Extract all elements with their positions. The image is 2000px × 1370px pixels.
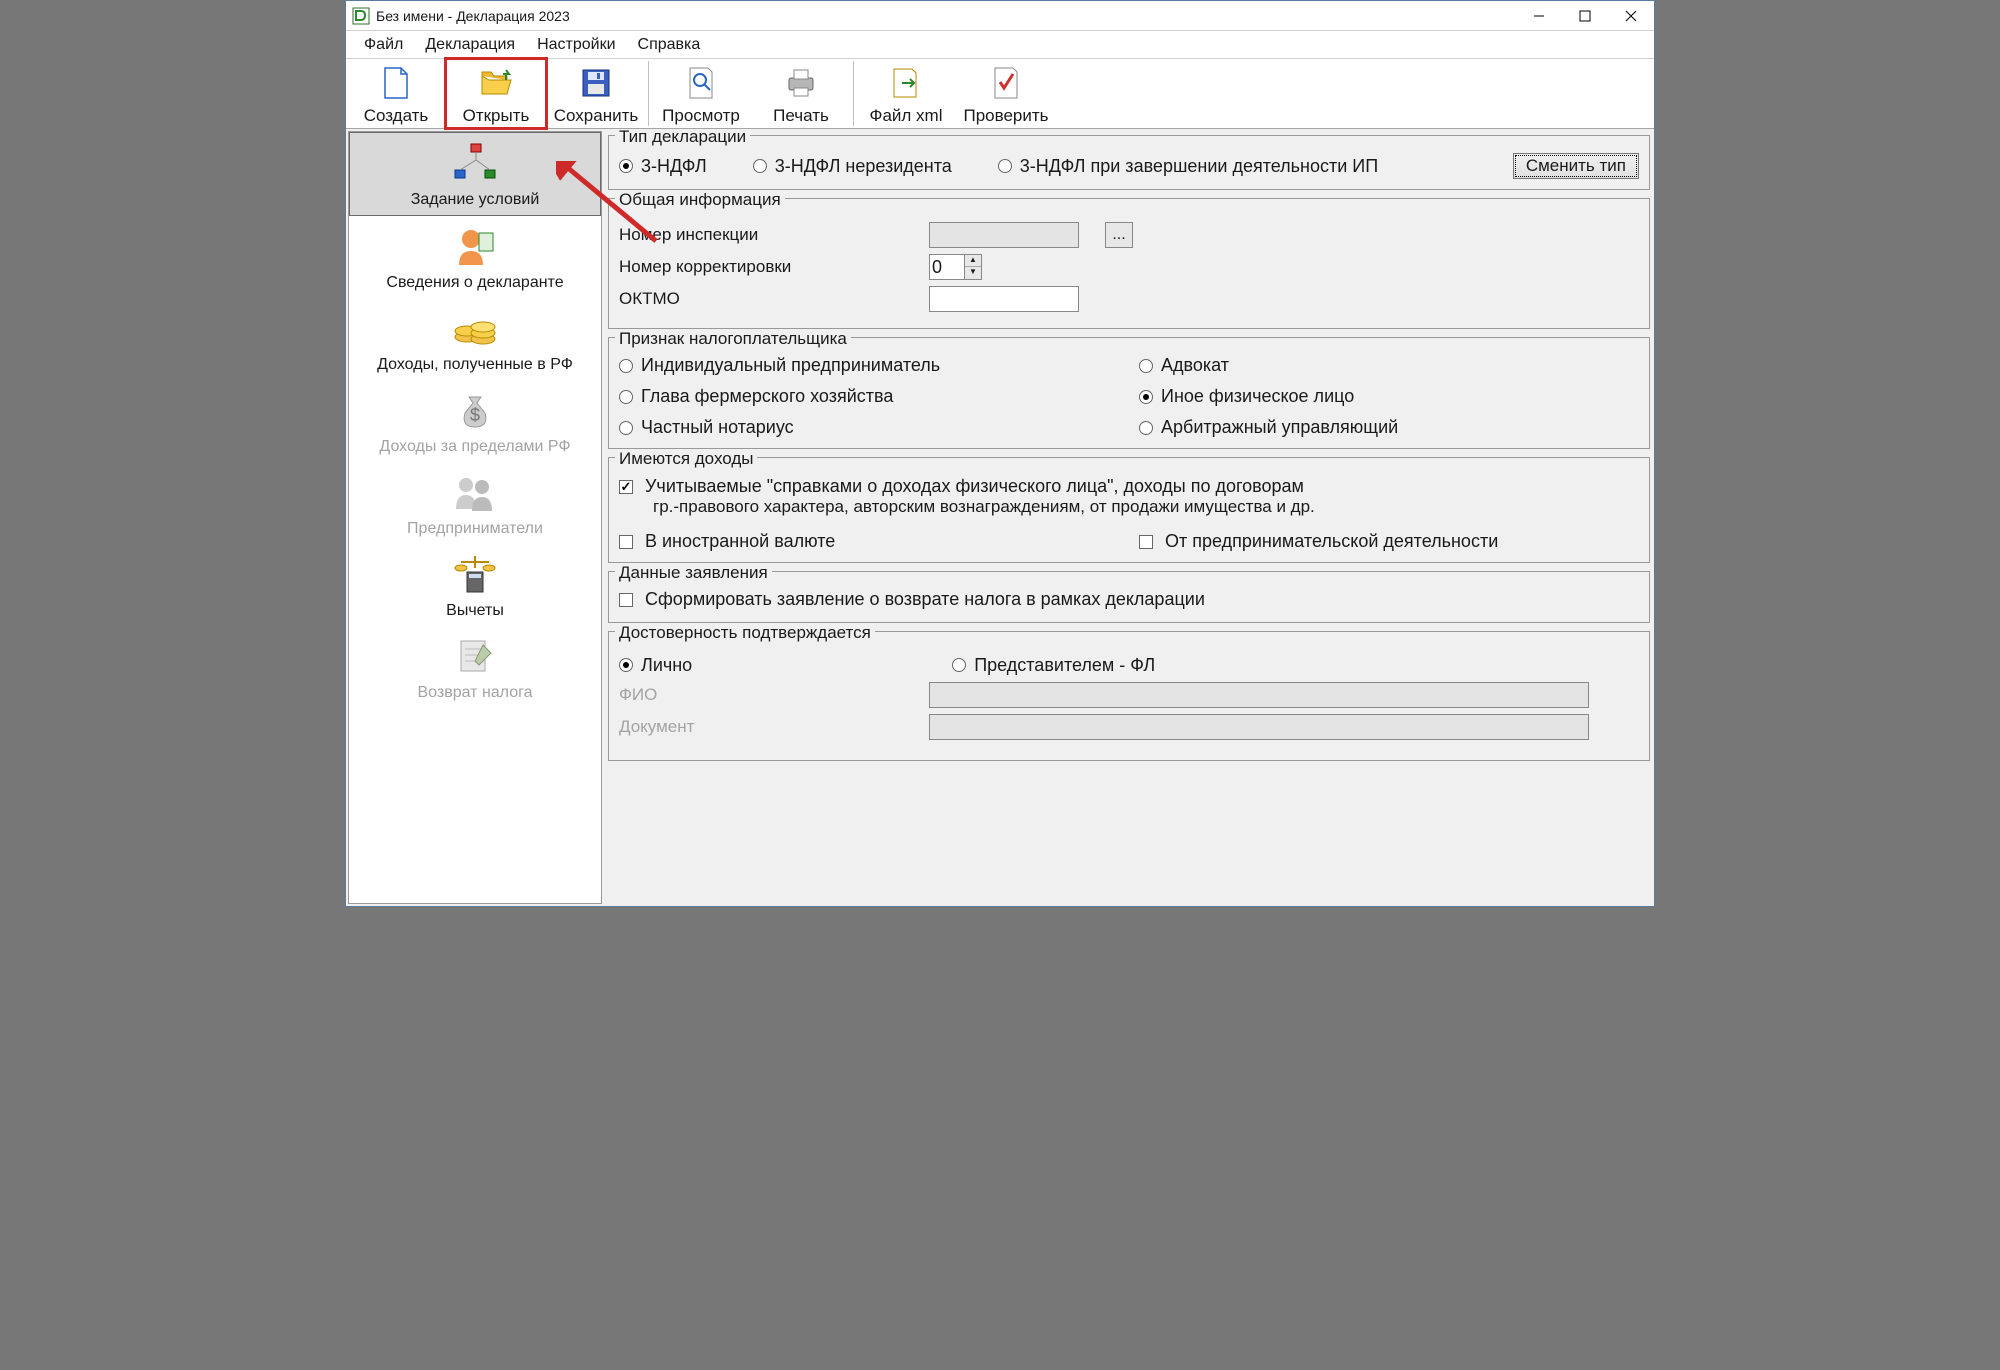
file-new-icon — [378, 65, 414, 101]
decl-type-nonresident[interactable]: 3-НДФЛ нерезидента — [753, 156, 952, 177]
document-pen-icon — [451, 634, 499, 680]
change-type-button[interactable]: Сменить тип — [1513, 153, 1639, 179]
app-icon — [352, 7, 370, 25]
toolbar-save[interactable]: Сохранить — [546, 59, 646, 128]
inspection-browse-button[interactable]: ... — [1105, 222, 1133, 248]
taxpayer-ip[interactable]: Индивидуальный предприниматель — [619, 355, 1119, 376]
person-icon — [451, 224, 499, 270]
decl-type-ip-close[interactable]: 3-НДФЛ при завершении деятельности ИП — [998, 156, 1378, 177]
auth-group: Достоверность подтверждается Лично Предс… — [608, 631, 1650, 761]
toolbar-preview[interactable]: Просмотр — [651, 59, 751, 128]
sidebar-item-entrepreneurs: Предприниматели — [349, 462, 601, 544]
svg-text:$: $ — [470, 405, 480, 425]
toolbar-check[interactable]: Проверить — [956, 59, 1056, 128]
toolbar-xml[interactable]: Файл xml — [856, 59, 956, 128]
application-group: Данные заявления Сформировать заявление … — [608, 571, 1650, 623]
printer-icon — [783, 65, 819, 101]
menubar: Файл Декларация Настройки Справка — [346, 31, 1654, 59]
income-entrepreneur-check[interactable]: От предпринимательской деятельности — [1139, 531, 1498, 552]
menu-help[interactable]: Справка — [628, 34, 711, 56]
fio-label: ФИО — [619, 685, 919, 705]
oktmo-field[interactable] — [929, 286, 1079, 312]
fio-field — [929, 682, 1589, 708]
window-title: Без имени - Декларация 2023 — [376, 8, 570, 24]
doc-label: Документ — [619, 717, 919, 737]
people-icon — [451, 470, 499, 516]
income-certificates-check[interactable]: Учитываемые "справками о доходах физичес… — [619, 476, 1304, 497]
taxpayer-individual[interactable]: Иное физическое лицо — [1139, 386, 1639, 407]
minimize-button[interactable] — [1516, 1, 1562, 30]
menu-settings[interactable]: Настройки — [527, 34, 625, 56]
app-window: Без имени - Декларация 2023 Файл Деклара… — [345, 0, 1655, 907]
decl-type-group: Тип декларации 3-НДФЛ 3-НДФЛ нерезидента… — [608, 135, 1650, 190]
conditions-icon — [451, 141, 499, 187]
spin-down[interactable]: ▼ — [965, 267, 981, 279]
sidebar-item-tax-refund: Возврат налога — [349, 626, 601, 708]
sidebar-item-conditions[interactable]: Задание условий — [349, 132, 601, 216]
doc-field — [929, 714, 1589, 740]
taxpayer-notary[interactable]: Частный нотариус — [619, 417, 1119, 438]
toolbar-create[interactable]: Создать — [346, 59, 446, 128]
sidebar-item-income-foreign: $ Доходы за пределами РФ — [349, 380, 601, 462]
inspection-field[interactable] — [929, 222, 1079, 248]
general-info-group: Общая информация Номер инспекции ... Ном… — [608, 198, 1650, 329]
sidebar-item-deductions[interactable]: Вычеты — [349, 544, 601, 626]
correction-stepper[interactable]: ▲▼ — [929, 254, 982, 280]
scales-calc-icon — [451, 552, 499, 598]
correction-label: Номер корректировки — [619, 257, 919, 277]
oktmo-label: ОКТМО — [619, 289, 919, 309]
inspection-label: Номер инспекции — [619, 225, 919, 245]
form-refund-application-check[interactable]: Сформировать заявление о возврате налога… — [619, 589, 1205, 610]
auth-personal[interactable]: Лично — [619, 655, 692, 676]
toolbar: Создать Открыть Сохранить Просмотр Печа — [346, 59, 1654, 129]
floppy-save-icon — [578, 65, 614, 101]
close-button[interactable] — [1608, 1, 1654, 30]
titlebar: Без имени - Декларация 2023 — [346, 1, 1654, 31]
decl-type-3ndfl[interactable]: 3-НДФЛ — [619, 156, 707, 177]
income-foreign-currency-check[interactable]: В иностранной валюте — [619, 531, 1099, 552]
sidebar-item-income-rf[interactable]: Доходы, полученные в РФ — [349, 298, 601, 380]
sidebar: Задание условий Сведения о декларанте До… — [348, 131, 602, 904]
menu-file[interactable]: Файл — [354, 34, 413, 56]
money-bag-icon: $ — [451, 388, 499, 434]
folder-open-icon — [478, 65, 514, 101]
coins-icon — [451, 306, 499, 352]
toolbar-print[interactable]: Печать — [751, 59, 851, 128]
check-icon — [988, 65, 1024, 101]
xml-export-icon — [888, 65, 924, 101]
maximize-button[interactable] — [1562, 1, 1608, 30]
spin-up[interactable]: ▲ — [965, 255, 981, 267]
auth-representative[interactable]: Представителем - ФЛ — [952, 655, 1155, 676]
taxpayer-farmer[interactable]: Глава фермерского хозяйства — [619, 386, 1119, 407]
sidebar-item-declarant[interactable]: Сведения о декларанте — [349, 216, 601, 298]
taxpayer-group: Признак налогоплательщика Индивидуальный… — [608, 337, 1650, 449]
main-panel: Тип декларации 3-НДФЛ 3-НДФЛ нерезидента… — [604, 129, 1654, 906]
taxpayer-lawyer[interactable]: Адвокат — [1139, 355, 1639, 376]
income-group: Имеются доходы Учитываемые "справками о … — [608, 457, 1650, 563]
taxpayer-arbitrator[interactable]: Арбитражный управляющий — [1139, 417, 1639, 438]
preview-icon — [683, 65, 719, 101]
toolbar-open[interactable]: Открыть — [446, 59, 546, 128]
menu-declaration[interactable]: Декларация — [415, 34, 525, 56]
